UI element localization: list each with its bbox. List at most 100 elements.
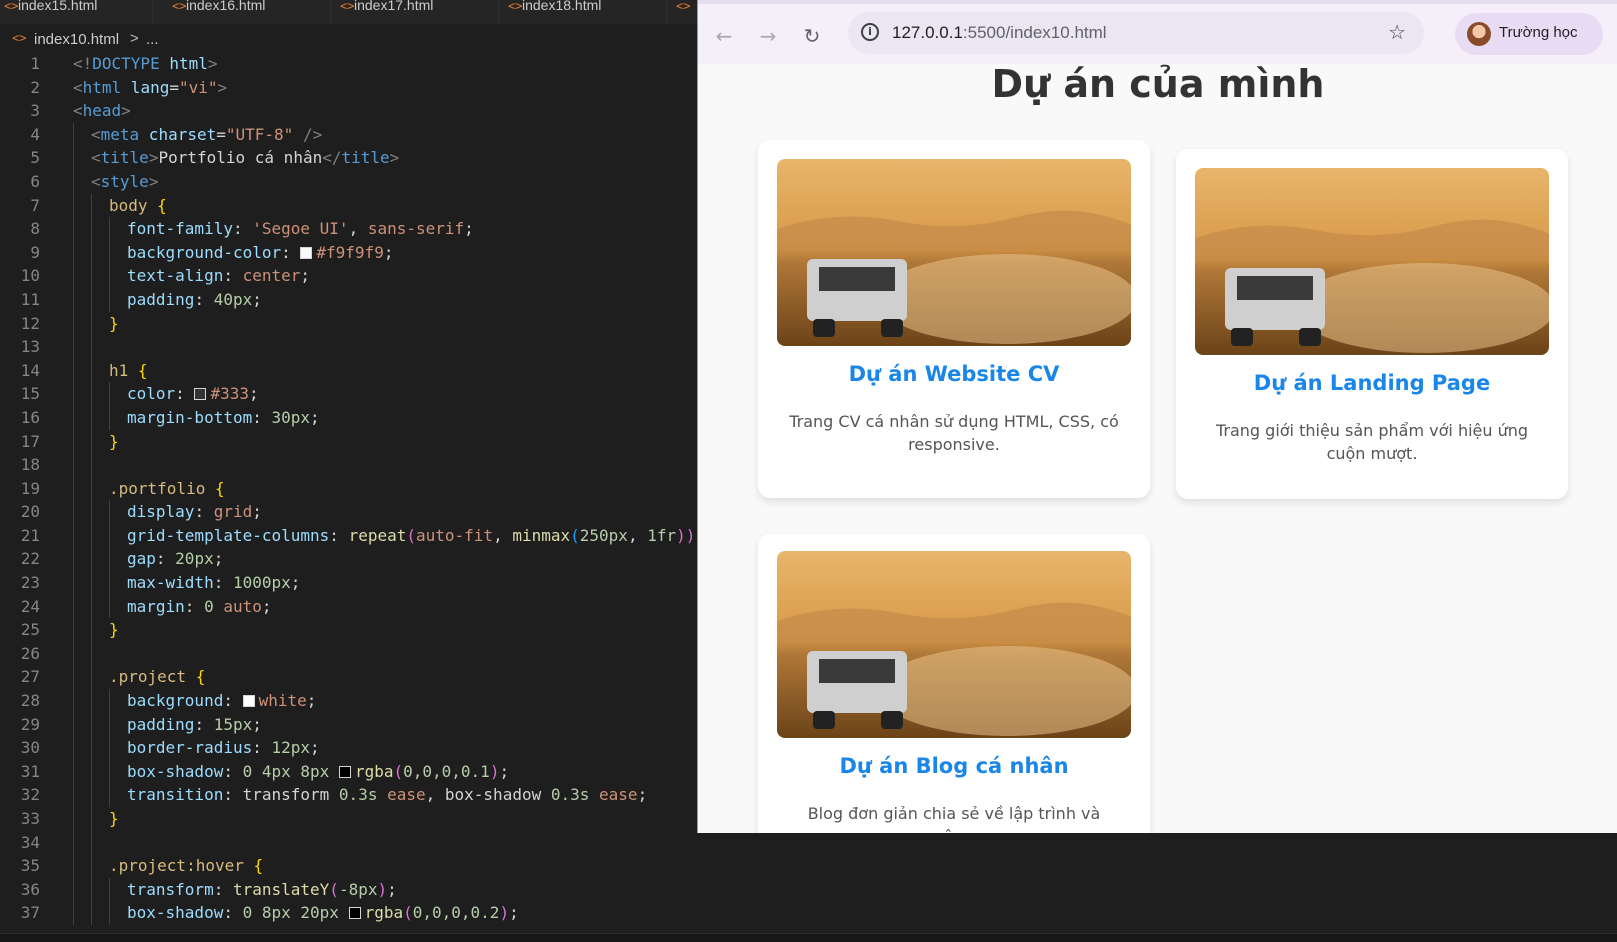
profile-name: Trường học (1499, 24, 1578, 41)
code-line: 37 box-shadow: 0 8px 20px rgba(0,0,0,0.2)… (0, 901, 700, 925)
line-number: 22 (20, 549, 40, 569)
breadcrumb: <> index10.html > ... (0, 29, 700, 51)
line-number: 3 (30, 101, 40, 121)
reload-icon[interactable]: ↻ (798, 22, 826, 50)
line-number: 28 (20, 691, 40, 711)
line-number: 10 (20, 266, 40, 286)
html-file-icon: <> (340, 0, 355, 13)
avatar (1467, 22, 1491, 46)
code-line: 23 max-width: 1000px; (0, 571, 700, 595)
line-number: 35 (20, 856, 40, 876)
line-number: 4 (30, 124, 40, 144)
tab-overflow[interactable]: <> (672, 0, 700, 24)
url-host: 127.0.0.1 (892, 23, 963, 42)
color-swatch[interactable] (338, 765, 351, 778)
code-line: 11 padding: 40px; (0, 287, 700, 312)
project-title[interactable]: Dự án Website CV (758, 362, 1150, 386)
code-line: 20 display: grid; (0, 500, 700, 524)
code-line: 32 transition: transform 0.3s ease, box-s… (0, 783, 700, 807)
line-number: 37 (20, 903, 40, 923)
line-number: 12 (20, 313, 40, 333)
line-number: 19 (20, 478, 40, 498)
html-file-icon: <> (172, 0, 187, 13)
project-image (1195, 168, 1549, 355)
site-info-icon[interactable]: i (861, 23, 879, 41)
line-number: 16 (20, 407, 40, 427)
code-line: 35 .project:hover { (0, 854, 700, 878)
code-line: 24 margin: 0 auto; (0, 594, 700, 619)
project-card[interactable]: Dự án Landing Page Trang giới thiệu sản … (1176, 149, 1568, 499)
project-title[interactable]: Dự án Landing Page (1176, 371, 1568, 395)
profile-button[interactable]: Trường học (1455, 13, 1603, 55)
code-line: 3 <head> (0, 99, 700, 123)
color-swatch[interactable] (300, 246, 313, 259)
color-swatch[interactable] (348, 907, 361, 920)
line-number: 31 (20, 761, 40, 781)
tab-index15[interactable]: <> index15.html (0, 0, 153, 24)
project-description: Trang CV cá nhân sử dụng HTML, CSS, có r… (789, 412, 1119, 454)
html-file-icon: <> (12, 31, 27, 45)
project-image (777, 159, 1131, 346)
tab-index18[interactable]: <> index18.html (504, 0, 667, 24)
code-line: 8 font-family: 'Segoe UI', sans-serif; (0, 217, 700, 241)
code-line: 1 <!DOCTYPE html> (0, 52, 700, 76)
code-line: 5 <title>Portfolio cá nhân</title> (0, 146, 700, 170)
line-number: 27 (20, 667, 40, 687)
code-line: 34 (0, 830, 700, 855)
line-number: 9 (30, 242, 40, 262)
desert-van-image (777, 551, 1131, 738)
code-line: 22 gap: 20px; (0, 547, 700, 572)
code-editor[interactable]: 1 <!DOCTYPE html> 2 <html lang="vi"> 3 <hea… (0, 52, 700, 925)
code-line: 15 color: #333; (0, 382, 700, 406)
address-bar[interactable]: i 127.0.0.1:5500/index10.html ☆ (848, 12, 1424, 54)
code-line: 13 (0, 335, 700, 359)
breadcrumb-file[interactable]: index10.html (34, 31, 119, 48)
html-file-icon: <> (508, 0, 523, 13)
line-number: 26 (20, 643, 40, 663)
browser-window: ← → ↻ i 127.0.0.1:5500/index10.html ☆ Tr… (697, 0, 1617, 833)
line-number: 2 (30, 77, 40, 97)
color-swatch[interactable] (242, 695, 255, 708)
line-number: 33 (20, 809, 40, 828)
code-line: 6 <style> (0, 169, 700, 194)
code-line: 17} (0, 429, 700, 454)
line-number: 15 (20, 384, 40, 404)
line-number: 17 (20, 431, 40, 451)
line-number: 24 (20, 596, 40, 616)
color-swatch[interactable] (194, 388, 207, 401)
code-line: 36 transform: translateY(-8px); (0, 877, 700, 902)
code-line: 10 text-align: center; (0, 264, 700, 288)
line-number: 30 (20, 738, 40, 758)
line-number: 8 (30, 219, 40, 239)
code-line: 28 background: white; (0, 689, 700, 713)
arrow-right-icon[interactable]: → (754, 22, 782, 50)
url-path: :5500/index10.html (962, 23, 1107, 42)
code-line: 29 padding: 15px; (0, 712, 700, 737)
code-line: 16 margin-bottom: 30px; (0, 405, 700, 430)
breadcrumb-more[interactable]: ... (146, 31, 159, 48)
line-number: 23 (20, 573, 40, 593)
line-number: 29 (20, 714, 40, 734)
line-number: 25 (20, 620, 40, 640)
project-title[interactable]: Dự án Blog cá nhân (758, 754, 1150, 778)
bookmark-star-icon[interactable]: ☆ (1388, 20, 1406, 44)
arrow-left-icon[interactable]: ← (710, 22, 738, 50)
code-line: 18 (0, 453, 700, 477)
project-card[interactable]: Dự án Website CV Trang CV cá nhân sử dụn… (758, 140, 1150, 498)
line-number: 20 (20, 502, 40, 522)
tab-index17[interactable]: <> index17.html (336, 0, 499, 24)
line-number: 1 (30, 54, 40, 73)
line-number: 21 (20, 525, 40, 545)
code-line: 31 box-shadow: 0 4px 8px rgba(0,0,0,0.1); (0, 759, 700, 784)
code-line: 26 (0, 641, 700, 666)
code-line: 4 <meta charset="UTF-8" /> (0, 122, 700, 147)
tab-index16[interactable]: <> index16.html (168, 0, 331, 24)
line-number: 18 (20, 455, 40, 475)
code-line: 19 .portfolio { (0, 476, 700, 501)
project-description: Trang giới thiệu sản phẩm với hiệu ứng c… (1215, 421, 1529, 463)
line-number: 34 (20, 832, 40, 852)
html-file-icon: <> (676, 0, 691, 13)
project-card[interactable]: Dự án Blog cá nhân Blog đơn giản chia sẻ… (758, 534, 1150, 833)
page-viewport[interactable]: Dự án của mình Dự án Website CV Trang CV… (698, 64, 1617, 833)
line-number: 14 (20, 360, 40, 380)
